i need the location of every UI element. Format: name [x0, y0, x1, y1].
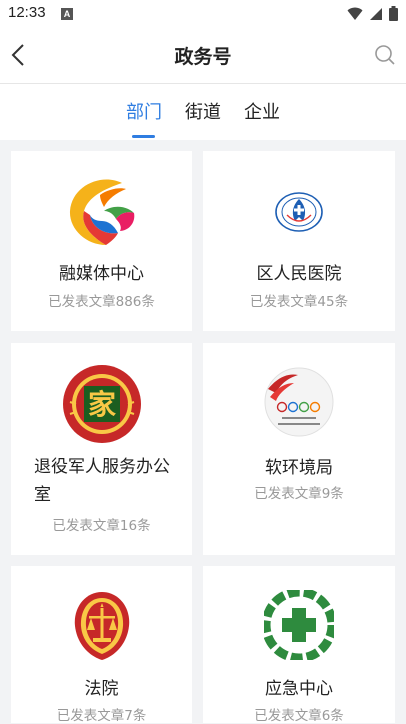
account-card-hospital[interactable]: 区人民医院 已发表文章45条 [203, 151, 395, 331]
soft-environment-bureau-logo [264, 367, 334, 437]
account-name: 融媒体中心 [59, 264, 144, 284]
tab-department[interactable]: 部门 [126, 98, 162, 124]
account-name: 软环境局 [265, 458, 333, 478]
category-tabs: 部门 街道 企业 [0, 84, 406, 140]
account-name: 区人民医院 [256, 264, 342, 284]
account-card-emergency-center[interactable]: 应急中心 已发表文章6条 [203, 566, 395, 724]
media-center-logo [69, 179, 134, 245]
search-icon[interactable] [374, 44, 396, 66]
veterans-office-logo: 家 [62, 365, 141, 443]
account-card-soft-environment-bureau[interactable]: 软环境局 已发表文章9条 [203, 343, 395, 555]
status-time: 12:33 [8, 4, 46, 21]
account-name: 法院 [84, 679, 119, 699]
account-card-veterans-office[interactable]: 家 退役军人服务办公室 已发表文章16条 [11, 343, 192, 555]
article-count: 已发表文章9条 [254, 486, 344, 502]
signal-icon [370, 7, 382, 20]
page-title: 政务号 [174, 46, 232, 68]
hospital-logo [275, 192, 323, 232]
notification-a-icon: A [61, 8, 73, 20]
article-count: 已发表文章45条 [249, 294, 349, 310]
veterans-logo-glyph: 家 [87, 388, 115, 421]
status-bar: 12:33 A [0, 0, 406, 28]
wifi-icon [347, 7, 363, 20]
article-count: 已发表文章886条 [48, 294, 155, 310]
article-count: 已发表文章7条 [56, 708, 147, 724]
account-card-media-center[interactable]: 融媒体中心 已发表文章886条 [11, 151, 192, 331]
account-name: 应急中心 [265, 679, 333, 699]
account-name: 退役军人服务办公室 [34, 457, 170, 505]
app-header: 政务号 [0, 28, 406, 84]
active-tab-indicator [132, 135, 155, 138]
tab-street[interactable]: 街道 [185, 98, 221, 124]
account-card-court[interactable]: 法院 已发表文章7条 [11, 566, 192, 724]
battery-icon [389, 6, 398, 21]
article-count: 已发表文章16条 [52, 518, 151, 534]
tab-enterprise[interactable]: 企业 [244, 98, 280, 124]
article-count: 已发表文章6条 [254, 708, 344, 724]
court-emblem-logo [74, 592, 129, 660]
status-right-icons [347, 6, 398, 21]
emergency-center-logo [264, 590, 334, 660]
